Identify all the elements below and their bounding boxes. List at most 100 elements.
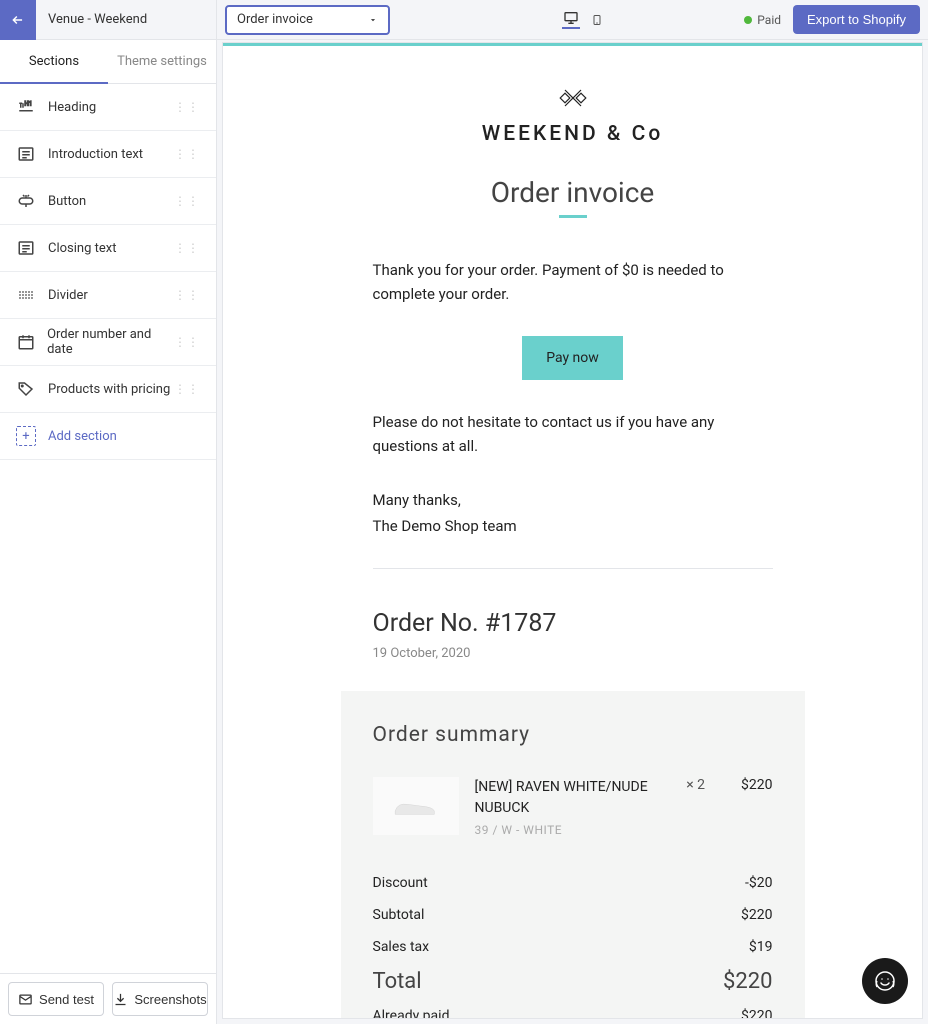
closing-text-2: Many thanks, [373,488,773,512]
email-body: WEEKEND & Co Order invoice Thank you for… [293,46,853,1018]
shoe-icon [391,794,441,818]
already-paid-value: $220 [741,1008,772,1018]
intro-text: Thank you for your order. Payment of $0 … [373,258,773,306]
totals: Discount-$20 Subtotal$220 Sales tax$19 T… [373,867,773,1018]
drag-handle-icon[interactable]: ⋮⋮ [174,335,200,349]
section-label: Heading [48,100,96,115]
drag-handle-icon[interactable]: ⋮⋮ [174,194,200,208]
section-order-date[interactable]: Order number and date ⋮⋮ [0,319,216,366]
title-underline [559,215,587,218]
tax-label: Sales tax [373,939,430,955]
tab-sections[interactable]: Sections [0,40,108,83]
product-price: $220 [741,777,772,837]
total-label: Total [373,969,422,994]
total-value: $220 [723,969,772,994]
price-tag-icon [16,379,36,399]
drag-handle-icon[interactable]: ⋮⋮ [174,100,200,114]
order-number: Order No. #1787 [373,609,773,638]
section-closing-text[interactable]: Closing text ⋮⋮ [0,225,216,272]
sidebar-footer: Send test Screenshots [0,973,216,1024]
order-date: 19 October, 2020 [373,646,773,661]
pay-now-button[interactable]: Pay now [522,336,623,380]
send-test-label: Send test [39,992,94,1007]
sidebar-header: Venue - Weekend [0,0,216,40]
logo-mark-icon [557,86,589,114]
viewport-toggle [562,11,606,29]
mobile-view-button[interactable] [588,11,606,29]
chat-icon [873,969,897,993]
section-label: Products with pricing [48,382,170,397]
section-label: Introduction text [48,147,143,162]
calendar-icon [16,332,35,352]
subtotal-label: Subtotal [373,907,425,923]
mobile-icon [591,12,603,28]
chevron-down-icon [368,15,378,25]
discount-label: Discount [373,875,428,891]
paid-status: Paid [744,13,781,27]
venue-label: Venue - Weekend [36,12,159,27]
drag-handle-icon[interactable]: ⋮⋮ [174,382,200,396]
divider [373,568,773,569]
status-dot-icon [744,16,752,24]
chat-support-button[interactable] [862,958,908,1004]
product-row: [NEW] RAVEN WHITE/NUDE NUBUCK 39 / W - W… [373,777,773,837]
preview-scroll[interactable]: WEEKEND & Co Order invoice Thank you for… [223,43,922,1018]
desktop-icon [563,10,579,26]
summary-title: Order summary [373,723,773,747]
template-selected-label: Order invoice [237,12,313,27]
email-title: Order invoice [373,176,773,209]
drag-handle-icon[interactable]: ⋮⋮ [174,288,200,302]
sections-list: H1 Heading ⋮⋮ Introduction text ⋮⋮ Butto… [0,84,216,973]
preview-wrap: WEEKEND & Co Order invoice Thank you for… [217,40,928,1024]
already-paid-label: Already paid [373,1008,450,1018]
section-button[interactable]: Button ⋮⋮ [0,178,216,225]
section-label: Order number and date [47,327,174,357]
section-divider[interactable]: Divider ⋮⋮ [0,272,216,319]
paid-label: Paid [757,13,781,27]
product-qty: × 2 [686,777,705,837]
template-select[interactable]: Order invoice [225,5,390,35]
back-arrow-icon [11,13,25,27]
tax-row: Sales tax $19 [373,931,773,963]
subtotal-row: Subtotal $220 [373,899,773,931]
closing-text-3: The Demo Shop team [373,514,773,538]
section-heading[interactable]: H1 Heading ⋮⋮ [0,84,216,131]
tab-theme-settings[interactable]: Theme settings [108,40,216,83]
add-section-label: Add section [48,429,117,444]
product-image [373,777,459,835]
mail-icon [18,992,33,1007]
topbar: Order invoice Paid Export to Shopify [217,0,928,40]
drag-handle-icon[interactable]: ⋮⋮ [174,147,200,161]
back-button[interactable] [0,0,36,40]
text-icon [16,238,36,258]
desktop-view-button[interactable] [562,11,580,29]
main-area: Order invoice Paid Export to Shopify [217,0,928,1024]
button-icon [16,191,36,211]
divider-icon [16,285,36,305]
section-intro-text[interactable]: Introduction text ⋮⋮ [0,131,216,178]
logo-text: WEEKEND & Co [373,122,773,146]
add-icon: + [16,426,36,446]
heading-icon: H1 [16,97,36,117]
subtotal-value: $220 [741,907,772,923]
send-test-button[interactable]: Send test [8,982,104,1016]
text-icon [16,144,36,164]
svg-text:H1: H1 [25,101,33,108]
download-icon [113,992,128,1007]
logo-area: WEEKEND & Co [373,86,773,146]
section-label: Closing text [48,241,116,256]
section-products-pricing[interactable]: Products with pricing ⋮⋮ [0,366,216,413]
order-summary-box: Order summary [NEW] RAVEN WHITE/NUDE NUB… [341,691,805,1018]
product-name: [NEW] RAVEN WHITE/NUDE NUBUCK [475,777,671,819]
drag-handle-icon[interactable]: ⋮⋮ [174,241,200,255]
add-section-button[interactable]: + Add section [0,413,216,460]
section-label: Button [48,194,86,209]
screenshots-label: Screenshots [134,992,206,1007]
closing-text-1: Please do not hesitate to contact us if … [373,410,773,458]
sidebar: Venue - Weekend Sections Theme settings … [0,0,217,1024]
tax-value: $19 [749,939,773,955]
screenshots-button[interactable]: Screenshots [112,982,208,1016]
total-row: Total $220 [373,963,773,1000]
product-info: [NEW] RAVEN WHITE/NUDE NUBUCK 39 / W - W… [475,777,671,837]
export-button[interactable]: Export to Shopify [793,5,920,34]
